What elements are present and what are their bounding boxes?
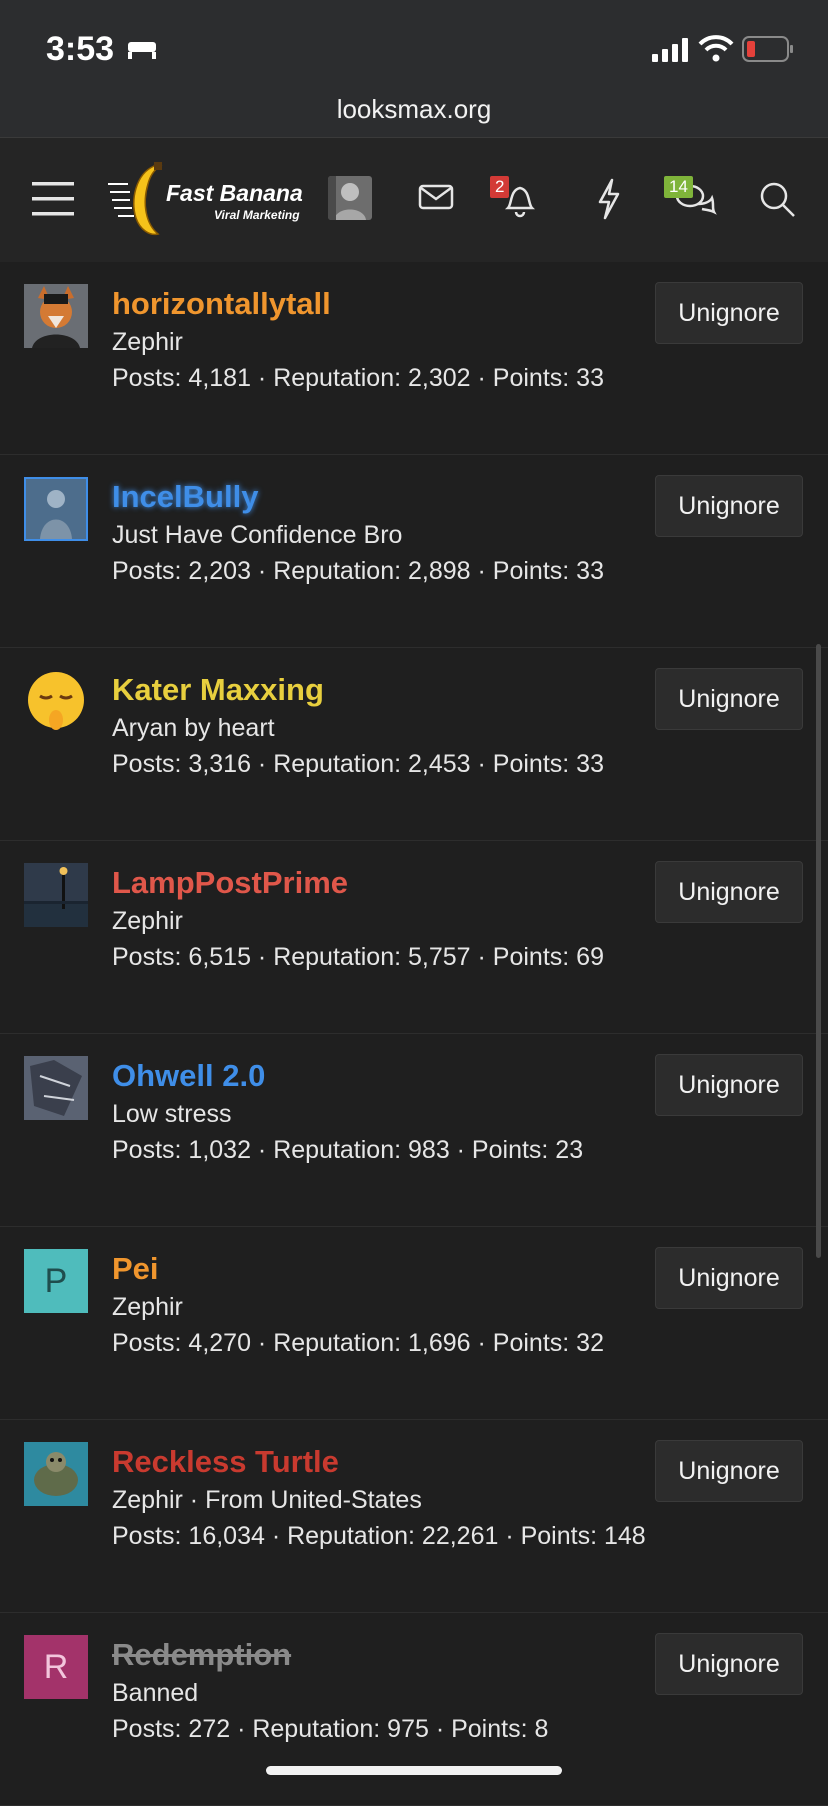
fox-avatar-image — [24, 284, 88, 348]
home-indicator[interactable] — [266, 1766, 562, 1775]
username-link[interactable]: Redemption — [112, 1637, 291, 1673]
username-link[interactable]: Reckless Turtle — [112, 1444, 339, 1480]
account-avatar[interactable] — [328, 176, 372, 220]
user-title: Zephir — [112, 328, 183, 356]
logo-subtitle: Viral Marketing — [214, 208, 300, 222]
username-link[interactable]: LampPostPrime — [112, 865, 348, 901]
unignore-button[interactable]: Unignore — [655, 1247, 803, 1309]
pensive-emoji-avatar — [28, 672, 84, 730]
site-logo[interactable]: Fast Banana Viral Marketing — [108, 160, 312, 240]
list-item: R Redemption Banned Posts: 272 · Reputat… — [0, 1613, 828, 1806]
user-stats: Posts: 16,034 · Reputation: 22,261 · Poi… — [112, 1522, 646, 1550]
user-stats: Posts: 6,515 · Reputation: 5,757 · Point… — [112, 943, 604, 971]
user-title: Aryan by heart — [112, 714, 275, 742]
ignored-members-list: horizontallytall Zephir Posts: 4,181 · R… — [0, 262, 828, 1806]
user-avatar[interactable] — [24, 670, 88, 734]
search-icon — [760, 182, 795, 217]
user-stats: Posts: 4,270 · Reputation: 1,696 · Point… — [112, 1329, 604, 1357]
unignore-button[interactable]: Unignore — [655, 1054, 803, 1116]
mail-icon — [418, 184, 454, 210]
alerts-count-badge: 2 — [490, 176, 510, 198]
username-link[interactable]: horizontallytall — [112, 286, 331, 322]
list-item: Reckless Turtle Zephir · From United-Sta… — [0, 1420, 828, 1613]
lamppost-avatar-image — [24, 863, 88, 927]
list-item: IncelBully Just Have Confidence Bro Post… — [0, 455, 828, 648]
cellular-signal-icon — [652, 38, 688, 62]
lightning-bolt-icon — [598, 178, 620, 220]
avatar-letter: R — [43, 1647, 69, 1686]
user-avatar[interactable] — [24, 1056, 88, 1120]
user-stats: Posts: 272 · Reputation: 975 · Points: 8 — [112, 1715, 549, 1743]
username-link[interactable]: Pei — [112, 1251, 159, 1287]
user-avatar[interactable] — [24, 863, 88, 927]
sleep-mode-icon — [128, 42, 156, 59]
site-header: Fast Banana Viral Marketing — [0, 138, 828, 262]
user-stats: Posts: 4,181 · Reputation: 2,302 · Point… — [112, 364, 604, 392]
user-avatar[interactable] — [24, 284, 88, 348]
list-item: P Pei Zephir Posts: 4,270 · Reputation: … — [0, 1227, 828, 1420]
list-item: horizontallytall Zephir Posts: 4,181 · R… — [0, 262, 828, 455]
battery-icon — [742, 36, 793, 62]
logo-title: Fast Banana — [166, 180, 303, 206]
user-avatar[interactable]: P — [24, 1249, 88, 1313]
unignore-button[interactable]: Unignore — [655, 668, 803, 730]
user-title: Zephir — [112, 907, 183, 935]
username-link[interactable]: Ohwell 2.0 — [112, 1058, 265, 1094]
unignore-button[interactable]: Unignore — [655, 282, 803, 344]
whats-new-button[interactable] — [594, 178, 624, 220]
search-button[interactable] — [756, 178, 798, 220]
user-avatar[interactable] — [24, 477, 88, 541]
unignore-button[interactable]: Unignore — [655, 1440, 803, 1502]
user-stats: Posts: 1,032 · Reputation: 983 · Points:… — [112, 1136, 584, 1164]
username-link[interactable]: IncelBully — [112, 479, 258, 515]
browser-chrome: 3:53 looksmax.org — [0, 0, 828, 138]
user-title: Zephir — [112, 1293, 183, 1321]
user-title: Just Have Confidence Bro — [112, 521, 403, 549]
list-item: Kater Maxxing Aryan by heart Posts: 3,31… — [0, 648, 828, 841]
sketch-avatar-image — [24, 1056, 88, 1120]
turtle-avatar-image — [24, 1442, 88, 1506]
list-item: Ohwell 2.0 Low stress Posts: 1,032 · Rep… — [0, 1034, 828, 1227]
user-stats: Posts: 2,203 · Reputation: 2,898 · Point… — [112, 557, 604, 585]
conversations-count-badge: 14 — [664, 176, 693, 198]
page-scrollbar[interactable] — [816, 644, 821, 1258]
list-item: LampPostPrime Zephir Posts: 6,515 · Repu… — [0, 841, 828, 1034]
user-avatar[interactable]: R — [24, 1635, 88, 1699]
unignore-button[interactable]: Unignore — [655, 1633, 803, 1695]
user-title: Zephir · From United-States — [112, 1486, 422, 1514]
menu-button[interactable] — [30, 178, 76, 220]
status-time: 3:53 — [46, 30, 115, 68]
unignore-button[interactable]: Unignore — [655, 475, 803, 537]
wifi-icon — [698, 35, 734, 62]
user-avatar[interactable] — [24, 1442, 88, 1506]
inbox-button[interactable] — [418, 182, 454, 212]
user-title: Low stress — [112, 1100, 232, 1128]
figure-avatar-image — [26, 479, 86, 539]
address-bar-url[interactable]: looksmax.org — [0, 94, 828, 125]
hamburger-icon — [32, 182, 74, 216]
unignore-button[interactable]: Unignore — [655, 861, 803, 923]
username-link[interactable]: Kater Maxxing — [112, 672, 324, 708]
avatar-photo — [328, 176, 372, 220]
user-stats: Posts: 3,316 · Reputation: 2,453 · Point… — [112, 750, 604, 778]
avatar-letter: P — [44, 1261, 68, 1300]
user-title: Banned — [112, 1679, 199, 1707]
